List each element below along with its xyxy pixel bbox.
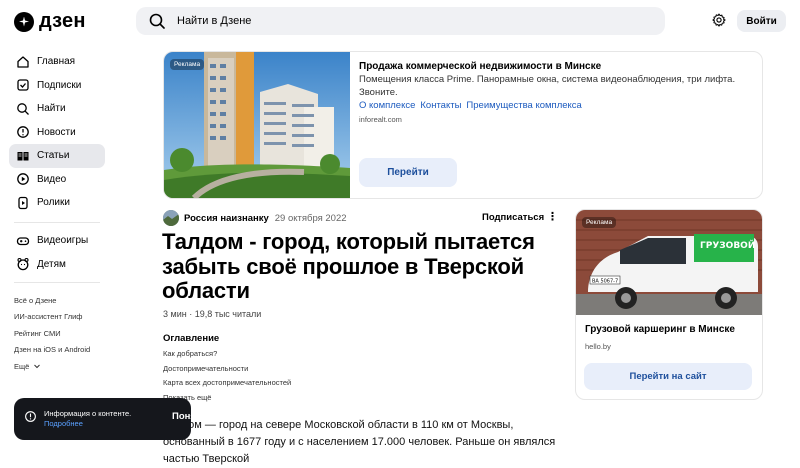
search-icon [149, 13, 165, 29]
subscribe-button[interactable]: Подписаться [482, 212, 544, 223]
footer-link[interactable]: Рейтинг СМИ [14, 325, 90, 342]
gear-icon[interactable] [712, 13, 726, 27]
ad-description: Помещения класса Prime. Панорамные окна,… [359, 74, 736, 98]
sidebar-footer-links: Всё о Дзене ИИ-ассистент Глиф Рейтинг СМ… [14, 292, 90, 375]
sidebar-divider [14, 282, 100, 283]
ad-link-about[interactable]: О комплексе [359, 100, 415, 111]
ad-link-advantages[interactable]: Преимущества комплекса [466, 100, 581, 111]
search-input[interactable] [175, 14, 639, 28]
ad-domain: inforealt.com [359, 115, 402, 124]
sidebar-item-news[interactable]: Новости [9, 121, 105, 145]
sidebar-divider [14, 222, 100, 223]
footer-more[interactable]: Ещё [14, 358, 90, 375]
toast-more-link[interactable]: Подробнее [44, 419, 131, 429]
sidebar-item-articles[interactable]: Статьи [9, 144, 105, 168]
avatar [163, 210, 179, 226]
logo-text: дзен [39, 10, 86, 32]
sidebar-item-subscriptions[interactable]: Подписки [9, 74, 105, 98]
ad-badge: Реклама [170, 59, 205, 70]
footer-link: Ещё [14, 361, 30, 371]
ad-go-button[interactable]: Перейти [359, 158, 457, 187]
sidebar-item-label: Статьи [37, 150, 70, 162]
ad-building-image [164, 52, 350, 198]
footer-link[interactable]: Всё о Дзене [14, 292, 90, 309]
sidebar-item-label: Ролики [37, 197, 70, 209]
sidebar-item-label: Видеоигры [37, 235, 89, 247]
sidebar-item-shorts[interactable]: Ролики [9, 191, 105, 215]
side-ad-card[interactable]: ГРУЗОВОЙ ВА 5067-7 Реклама Грузовой карш… [575, 209, 763, 400]
articles-icon [17, 151, 29, 161]
article-meta: 3 мин · 19,8 тыс читали [163, 309, 262, 319]
login-button[interactable]: Войти [737, 10, 786, 32]
ad-domain: hello.by [585, 342, 611, 351]
ad-visit-button[interactable]: Перейти на сайт [584, 363, 752, 390]
more-menu-icon[interactable]: ⋮ [547, 212, 558, 223]
chevron-down-icon [34, 364, 41, 369]
ad-title[interactable]: Продажа коммерческой недвижимости в Минс… [359, 61, 601, 72]
sidebar-nav-extra: Видеоигры Детям [9, 229, 105, 276]
kids-icon [17, 258, 29, 271]
top-ad-card[interactable]: Реклама Продажа коммерческой недвижимост… [163, 51, 763, 199]
gamepad-icon [16, 237, 30, 245]
license-plate: ВА 5067-7 [592, 279, 618, 285]
author-name[interactable]: Россия наизнанку [184, 213, 269, 224]
home-icon [17, 56, 29, 68]
sidebar-nav: Главная Подписки Найти Новости Статьи Ви… [9, 50, 105, 215]
article-body: Талдом — город на севере Московской обла… [163, 419, 556, 465]
search-icon [17, 102, 29, 115]
sidebar-item-kids[interactable]: Детям [9, 253, 105, 277]
ad-link-contacts[interactable]: Контакты [420, 100, 461, 111]
sidebar-item-label: Видео [37, 173, 67, 185]
footer-link[interactable]: Дзен на iOS и Android [14, 342, 90, 359]
sidebar-item-label: Детям [37, 258, 66, 270]
article-date: 29 октября 2022 [274, 212, 347, 224]
content-info-toast: Информация о контенте. Подробнее Понятно [14, 398, 212, 440]
ad-links: О комплексе Контакты Преимущества компле… [359, 100, 582, 111]
article-title: Талдом - город, который пытается забыть … [162, 229, 535, 303]
van-text: ГРУЗОВОЙ [700, 239, 755, 251]
sidebar-item-search[interactable]: Найти [9, 97, 105, 121]
article-author[interactable]: Россия наизнанку 29 октября 2022 [163, 210, 347, 226]
video-icon [17, 173, 29, 186]
logo[interactable]: дзен [14, 10, 86, 33]
toast-message: Информация о контенте. [44, 409, 132, 418]
toast-text: Информация о контенте. Подробнее [44, 409, 131, 429]
sidebar-item-label: Подписки [37, 79, 82, 91]
sidebar-item-label: Главная [37, 56, 76, 68]
toc-item[interactable]: Карта всех достопримечательностей [163, 378, 291, 393]
toc-heading: Оглавление [163, 333, 220, 344]
toc-item[interactable]: Достопримечательности [163, 364, 291, 379]
search-bar[interactable] [136, 7, 665, 35]
ad-title[interactable]: Грузовой каршеринг в Минске [585, 324, 735, 335]
footer-link[interactable]: ИИ-ассистент Глиф [14, 309, 90, 326]
subscriptions-icon [17, 79, 29, 91]
news-icon [17, 126, 29, 139]
sidebar-item-home[interactable]: Главная [9, 50, 105, 74]
ad-badge: Реклама [582, 217, 617, 228]
sidebar-item-label: Новости [37, 126, 76, 138]
toc-item[interactable]: Как добраться? [163, 349, 291, 364]
sidebar-item-video[interactable]: Видео [9, 168, 105, 192]
toast-ok-button[interactable]: Понятно [172, 411, 212, 422]
shorts-icon [18, 196, 28, 209]
sidebar-item-videogames[interactable]: Видеоигры [9, 229, 105, 253]
sidebar-item-label: Найти [37, 103, 66, 115]
zen-logo-icon [14, 11, 34, 32]
info-icon [25, 411, 36, 422]
